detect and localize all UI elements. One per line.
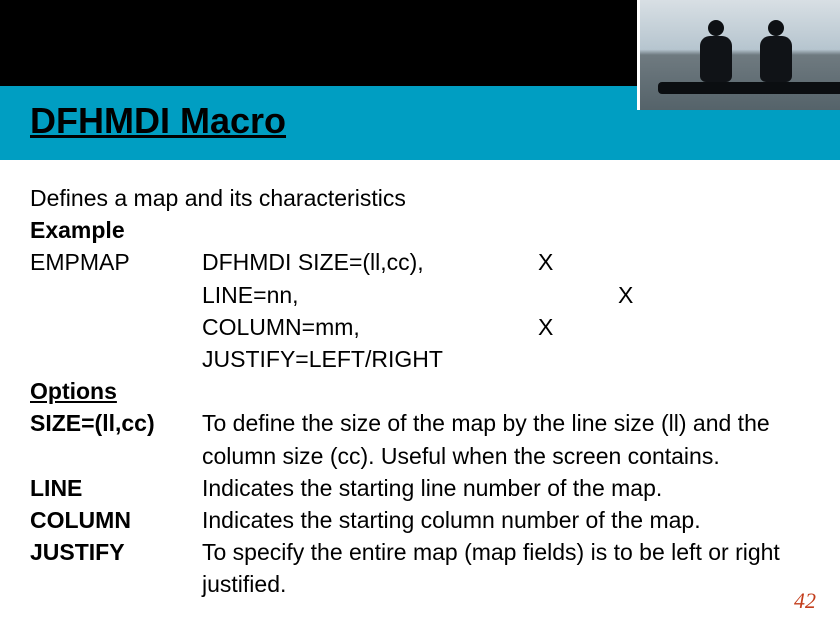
cont-col1: X (538, 246, 618, 278)
macro-code-line: LINE=nn, (202, 279, 538, 311)
macro-code-line: JUSTIFY=LEFT/RIGHT (202, 343, 538, 375)
cont-col2 (618, 246, 698, 278)
cont-col1: X (538, 311, 618, 343)
option-desc: To specify the entire map (map fields) i… (202, 536, 820, 600)
slide: DFHMDI Macro Defines a map and its chara… (0, 0, 840, 630)
option-name: COLUMN (30, 504, 202, 536)
option-desc: To define the size of the map by the lin… (202, 407, 820, 471)
cont-col1 (538, 279, 618, 311)
option-row: COLUMN Indicates the starting column num… (30, 504, 820, 536)
hero-image (637, 0, 840, 110)
macro-code-line: COLUMN=mm, (202, 311, 538, 343)
slide-title: DFHMDI Macro (30, 100, 286, 142)
option-row: JUSTIFY To specify the entire map (map f… (30, 536, 820, 600)
macro-code-block: EMPMAP DFHMDI SIZE=(ll,cc), X LINE=nn, X… (30, 246, 820, 375)
option-name: LINE (30, 472, 202, 504)
cont-col2: X (618, 279, 698, 311)
example-label: Example (30, 214, 820, 246)
intro-line: Defines a map and its characteristics (30, 182, 820, 214)
option-row: LINE Indicates the starting line number … (30, 472, 820, 504)
rower-silhouette (760, 36, 792, 82)
page-number: 42 (794, 588, 816, 614)
option-name: SIZE=(ll,cc) (30, 407, 202, 439)
option-row: SIZE=(ll,cc) To define the size of the m… (30, 407, 820, 471)
slide-content: Defines a map and its characteristics Ex… (30, 182, 820, 600)
rower-silhouette (700, 36, 732, 82)
macro-code-line: DFHMDI SIZE=(ll,cc), (202, 246, 538, 278)
option-name: JUSTIFY (30, 536, 202, 568)
boat-silhouette (658, 82, 840, 94)
macro-name: EMPMAP (30, 246, 202, 278)
cont-col2 (618, 311, 698, 343)
option-desc: Indicates the starting column number of … (202, 504, 820, 536)
option-desc: Indicates the starting line number of th… (202, 472, 820, 504)
cont-col2 (618, 343, 698, 375)
options-heading: Options (30, 375, 820, 407)
cont-col1 (538, 343, 618, 375)
